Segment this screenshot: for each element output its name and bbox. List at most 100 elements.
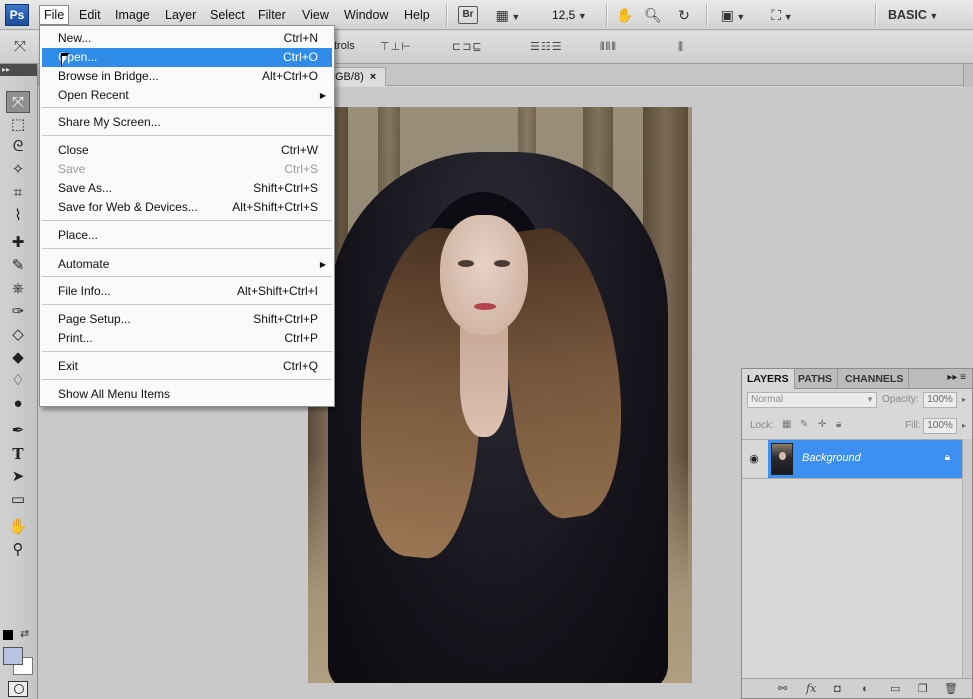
eyedropper-tool-icon[interactable]: ⌇: [6, 205, 30, 227]
fill-slider-icon[interactable]: ▸: [962, 421, 966, 430]
pen-tool-icon[interactable]: ✒: [6, 420, 30, 442]
menu-item-show-all[interactable]: Show All Menu Items: [42, 385, 332, 404]
rotate-view-icon[interactable]: ↻: [673, 6, 695, 24]
move-tool-icon[interactable]: ⤧: [6, 91, 30, 113]
menu-view[interactable]: View: [298, 5, 333, 25]
type-tool-icon[interactable]: T: [6, 443, 30, 465]
new-group-icon[interactable]: ▭: [890, 682, 900, 696]
dodge-tool-icon[interactable]: ●: [6, 393, 30, 415]
lock-all-icon[interactable]: 🔒︎: [836, 419, 841, 430]
menu-window[interactable]: Window: [340, 5, 392, 25]
default-colors-icon[interactable]: [3, 630, 13, 640]
healing-brush-icon[interactable]: ✚: [6, 232, 30, 254]
menu-item-place[interactable]: Place...: [42, 226, 332, 245]
hand-tool-icon[interactable]: ✋: [6, 516, 30, 538]
align-top-icon[interactable]: ⊤⊥⊢: [380, 39, 412, 55]
menu-select[interactable]: Select: [206, 5, 249, 25]
close-tab-icon[interactable]: ×: [370, 71, 376, 83]
menu-item-label: Page Setup...: [58, 312, 131, 326]
paint-bucket-icon[interactable]: ◆: [6, 347, 30, 369]
crop-tool-icon[interactable]: ⌗: [6, 182, 30, 204]
opacity-slider-icon[interactable]: ▸: [962, 395, 966, 404]
history-brush-icon[interactable]: ✑: [6, 301, 30, 323]
clone-stamp-icon[interactable]: ⎈: [6, 278, 30, 300]
workspace-switcher[interactable]: BASIC ▼: [888, 6, 938, 25]
screen-mode-button[interactable]: ⛶ ▼: [764, 6, 800, 24]
menu-item-file-info[interactable]: File Info... Alt+Shift+Ctrl+I: [42, 282, 332, 301]
path-selection-icon[interactable]: ➤: [6, 466, 30, 488]
zoom-tool-icon[interactable]: ⚲: [6, 539, 30, 561]
panel-menu-icon[interactable]: ▸▸ ≡: [947, 372, 966, 383]
add-mask-icon[interactable]: ◘: [834, 682, 841, 696]
shape-tool-icon[interactable]: ▭: [6, 489, 30, 511]
document-tab-title: GB/8): [335, 71, 364, 83]
menu-edit[interactable]: Edit: [75, 5, 105, 25]
link-layers-icon[interactable]: ⚯: [778, 682, 787, 696]
menu-item-label: Close: [58, 143, 89, 157]
quick-selection-icon[interactable]: ✧: [6, 159, 30, 181]
menu-help[interactable]: Help: [400, 5, 434, 25]
menu-item-shortcut: Ctrl+P: [284, 331, 318, 345]
menu-image[interactable]: Image: [111, 5, 154, 25]
menu-item-open-recent[interactable]: Open Recent ▶: [42, 86, 332, 105]
menu-item-shortcut: Alt+Ctrl+O: [261, 69, 318, 83]
lasso-tool-icon[interactable]: ᘓ: [6, 136, 30, 158]
blur-tool-icon[interactable]: ♢: [6, 370, 30, 392]
tab-layers[interactable]: LAYERS: [742, 369, 795, 389]
view-extras-button[interactable]: ▦ ▼: [493, 6, 523, 24]
transform-controls-label[interactable]: trols: [334, 40, 355, 52]
lock-transparent-icon[interactable]: ▦: [782, 419, 791, 430]
tab-channels[interactable]: CHANNELS: [840, 369, 910, 389]
film-strip-icon: ▦: [495, 7, 509, 23]
toolbox: ▸▸ ⤧ ⬚ ᘓ ✧ ⌗ ⌇ ✚ ✎ ⎈ ✑ ◇ ◆ ♢ ● ✒ T ➤ ▭ ✋…: [0, 64, 38, 699]
new-layer-icon[interactable]: ❐: [918, 682, 928, 696]
bridge-button[interactable]: Br: [458, 6, 478, 24]
adjustment-layer-icon[interactable]: ◐: [862, 682, 869, 696]
opacity-field[interactable]: 100%: [923, 392, 957, 408]
distribute-top-icon[interactable]: ☰☷☰: [530, 39, 563, 55]
menu-item-close[interactable]: Close Ctrl+W: [42, 141, 332, 160]
hand-tool-icon[interactable]: ✋: [615, 6, 635, 24]
brush-tool-icon[interactable]: ✎: [6, 255, 30, 277]
document-photo[interactable]: [308, 107, 692, 683]
swap-colors-icon[interactable]: ⇄: [20, 627, 29, 640]
menu-item-exit[interactable]: Exit Ctrl+Q: [42, 357, 332, 376]
delete-layer-icon[interactable]: 🗑︎: [944, 682, 958, 696]
menu-item-page-setup[interactable]: Page Setup... Shift+Ctrl+P: [42, 310, 332, 329]
eraser-tool-icon[interactable]: ◇: [6, 324, 30, 346]
lock-image-icon[interactable]: ✎: [800, 419, 808, 430]
lock-position-icon[interactable]: ✛: [818, 419, 826, 430]
menu-item-print[interactable]: Print... Ctrl+P: [42, 329, 332, 348]
visibility-eye-icon[interactable]: ◉: [747, 452, 761, 466]
tab-paths[interactable]: PATHS: [793, 369, 839, 389]
menu-layer[interactable]: Layer: [161, 5, 200, 25]
neck: [460, 327, 508, 437]
zoom-tool-icon[interactable]: 🔍︎: [643, 6, 663, 24]
menu-item-save-as[interactable]: Save As... Shift+Ctrl+S: [42, 179, 332, 198]
menu-item-new[interactable]: New... Ctrl+N: [42, 29, 332, 48]
menu-file[interactable]: File: [39, 5, 70, 25]
align-left-icon[interactable]: ⊏⊐⊑: [452, 39, 483, 55]
layer-style-fx-icon[interactable]: fx: [806, 682, 816, 696]
menu-item-save-for-web[interactable]: Save for Web & Devices... Alt+Shift+Ctrl+…: [42, 198, 332, 217]
foreground-color-swatch[interactable]: [3, 647, 23, 665]
menubar-separator: [446, 4, 447, 26]
blend-mode-select[interactable]: Normal ▼: [747, 392, 877, 408]
arrange-documents-button[interactable]: ▣ ▼: [716, 6, 750, 24]
marquee-tool-icon[interactable]: ⬚: [6, 114, 30, 136]
fill-field[interactable]: 100%: [923, 418, 957, 434]
menu-item-open[interactable]: Open... Ctrl+O: [42, 48, 332, 67]
quick-mask-icon[interactable]: [8, 681, 28, 697]
zoom-level-select[interactable]: 12,5 ▼: [552, 6, 587, 25]
toolbox-collapse-icon[interactable]: ▸▸: [0, 64, 37, 76]
layer-row-background[interactable]: ◉ Background 🔒︎: [742, 439, 972, 479]
menu-filter[interactable]: Filter: [254, 5, 290, 25]
auto-align-icon[interactable]: ⫼: [678, 39, 684, 55]
menu-item-browse-in-bridge[interactable]: Browse in Bridge... Alt+Ctrl+O: [42, 67, 332, 86]
layer-selected-highlight[interactable]: Background 🔒︎: [768, 440, 962, 478]
layers-scrollbar[interactable]: [962, 439, 972, 679]
distribute-left-icon[interactable]: ⫴⫴⫴: [600, 39, 617, 55]
move-tool-preset-icon[interactable]: ⤧: [14, 39, 27, 55]
menu-item-automate[interactable]: Automate ▶: [42, 255, 332, 274]
menu-item-share-my-screen[interactable]: Share My Screen...: [42, 113, 332, 132]
